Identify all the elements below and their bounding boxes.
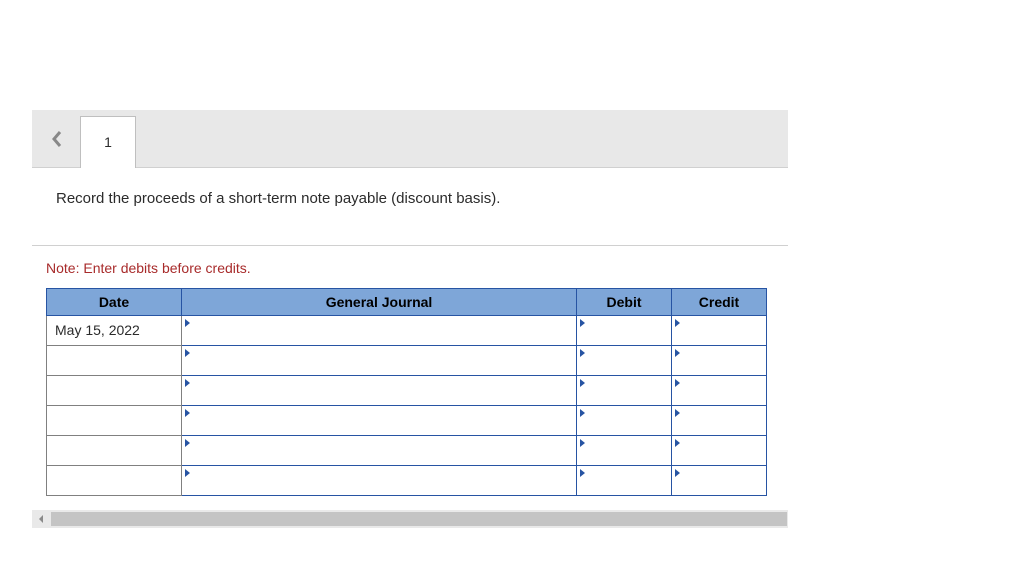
dropdown-icon <box>185 379 190 387</box>
cell-date[interactable] <box>47 375 182 405</box>
dropdown-icon <box>185 439 190 447</box>
dropdown-icon <box>675 469 680 477</box>
cell-date[interactable] <box>47 435 182 465</box>
table-row <box>47 465 767 495</box>
dropdown-icon <box>580 349 585 357</box>
scroll-left-icon <box>32 510 50 528</box>
table-row <box>47 405 767 435</box>
dropdown-icon <box>675 379 680 387</box>
cell-journal[interactable] <box>182 435 577 465</box>
header-credit: Credit <box>672 288 767 315</box>
cell-journal[interactable] <box>182 465 577 495</box>
cell-date[interactable] <box>47 465 182 495</box>
table-row: May 15, 2022 <box>47 315 767 345</box>
scroll-track[interactable] <box>51 512 787 526</box>
dropdown-icon <box>185 469 190 477</box>
chevron-left-icon <box>51 130 63 148</box>
instruction-text: Record the proceeds of a short-term note… <box>56 188 764 211</box>
dropdown-icon <box>185 349 190 357</box>
tab-bar: 1 <box>32 110 788 168</box>
journal-entry-panel: 1 Record the proceeds of a short-term no… <box>32 110 788 528</box>
dropdown-icon <box>675 349 680 357</box>
dropdown-icon <box>580 319 585 327</box>
cell-debit[interactable] <box>577 405 672 435</box>
cell-journal[interactable] <box>182 345 577 375</box>
back-button[interactable] <box>48 130 66 148</box>
table-row <box>47 435 767 465</box>
instruction-panel: Record the proceeds of a short-term note… <box>32 168 788 246</box>
dropdown-icon <box>675 409 680 417</box>
table-row <box>47 375 767 405</box>
cell-debit[interactable] <box>577 465 672 495</box>
dropdown-icon <box>675 439 680 447</box>
cell-date[interactable] <box>47 345 182 375</box>
cell-credit[interactable] <box>672 435 767 465</box>
cell-date[interactable]: May 15, 2022 <box>47 315 182 345</box>
cell-credit[interactable] <box>672 465 767 495</box>
tab-1[interactable]: 1 <box>80 116 136 168</box>
cell-date[interactable] <box>47 405 182 435</box>
cell-debit[interactable] <box>577 375 672 405</box>
cell-journal[interactable] <box>182 315 577 345</box>
cell-credit[interactable] <box>672 375 767 405</box>
cell-debit[interactable] <box>577 315 672 345</box>
header-journal: General Journal <box>182 288 577 315</box>
header-date: Date <box>47 288 182 315</box>
header-debit: Debit <box>577 288 672 315</box>
horizontal-scrollbar[interactable] <box>32 510 788 528</box>
dropdown-icon <box>675 319 680 327</box>
dropdown-icon <box>185 409 190 417</box>
dropdown-icon <box>580 439 585 447</box>
note-text: Note: Enter debits before credits. <box>46 260 788 276</box>
cell-journal[interactable] <box>182 375 577 405</box>
dropdown-icon <box>185 319 190 327</box>
cell-credit[interactable] <box>672 315 767 345</box>
tab-label: 1 <box>104 134 112 150</box>
dropdown-icon <box>580 409 585 417</box>
table-row <box>47 345 767 375</box>
dropdown-icon <box>580 469 585 477</box>
dropdown-icon <box>580 379 585 387</box>
cell-journal[interactable] <box>182 405 577 435</box>
cell-credit[interactable] <box>672 405 767 435</box>
cell-debit[interactable] <box>577 435 672 465</box>
journal-table: Date General Journal Debit Credit May 15… <box>46 288 767 496</box>
cell-credit[interactable] <box>672 345 767 375</box>
cell-debit[interactable] <box>577 345 672 375</box>
